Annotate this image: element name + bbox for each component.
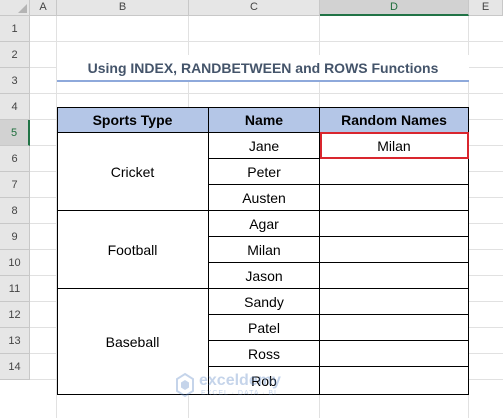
random-name-cell[interactable]	[320, 185, 469, 211]
header-name[interactable]: Name	[209, 107, 320, 133]
row-header-5[interactable]: 5	[0, 120, 30, 146]
active-cell-highlight	[320, 132, 469, 159]
row-header-1[interactable]: 1	[0, 16, 30, 42]
exceldemy-logo-icon	[176, 372, 194, 398]
name-cell[interactable]: Patel	[209, 315, 320, 341]
name-cell[interactable]: Jane	[209, 133, 320, 159]
row-header-6[interactable]: 6	[0, 146, 30, 172]
name-cell[interactable]: Peter	[209, 159, 320, 185]
exceldemy-watermark: exceldemy EXCEL · DATA · BI	[175, 372, 325, 402]
column-header-c[interactable]: C	[189, 0, 320, 16]
name-cell[interactable]: Sandy	[209, 289, 320, 315]
random-name-cell[interactable]	[320, 211, 469, 237]
row-header-14[interactable]: 14	[0, 354, 30, 380]
name-cell[interactable]: Jason	[209, 263, 320, 289]
page-title: Using INDEX, RANDBETWEEN and ROWS Functi…	[57, 55, 469, 81]
sport-cell-cricket[interactable]: Cricket	[57, 133, 209, 211]
row-header-7[interactable]: 7	[0, 172, 30, 198]
random-name-cell[interactable]	[320, 341, 469, 367]
random-name-cell[interactable]	[320, 237, 469, 263]
row-header-13[interactable]: 13	[0, 328, 30, 354]
title-underline	[57, 80, 469, 82]
row-header-8[interactable]: 8	[0, 198, 30, 224]
name-cell[interactable]: Ross	[209, 341, 320, 367]
row-header-4[interactable]: 4	[0, 94, 30, 120]
select-all-icon	[18, 4, 27, 13]
column-header-d[interactable]: D	[320, 0, 469, 16]
name-cell[interactable]: Milan	[209, 237, 320, 263]
row-header-10[interactable]: 10	[0, 250, 30, 276]
gridline-horizontal	[30, 93, 503, 94]
column-header-b[interactable]: B	[57, 0, 189, 16]
row-header-12[interactable]: 12	[0, 302, 30, 328]
gridline-horizontal	[30, 41, 503, 42]
watermark-tagline: EXCEL · DATA · BI	[201, 390, 277, 397]
sport-cell-football[interactable]: Football	[57, 211, 209, 289]
random-name-cell[interactable]	[320, 289, 469, 315]
watermark-name: exceldemy	[199, 372, 281, 389]
name-cell[interactable]: Austen	[209, 185, 320, 211]
header-sports-type[interactable]: Sports Type	[57, 107, 209, 133]
column-header-a[interactable]: A	[30, 0, 57, 16]
select-all-corner[interactable]	[0, 0, 30, 16]
random-name-cell[interactable]	[320, 263, 469, 289]
header-random-names[interactable]: Random Names	[320, 107, 469, 133]
row-header-11[interactable]: 11	[0, 276, 30, 302]
name-cell[interactable]: Agar	[209, 211, 320, 237]
random-name-cell[interactable]	[320, 315, 469, 341]
row-header-2[interactable]: 2	[0, 42, 30, 68]
row-header-3[interactable]: 3	[0, 68, 30, 94]
row-header-9[interactable]: 9	[0, 224, 30, 250]
column-header-e[interactable]: E	[469, 0, 503, 16]
random-name-cell[interactable]	[320, 159, 469, 185]
random-name-cell[interactable]	[320, 367, 469, 395]
